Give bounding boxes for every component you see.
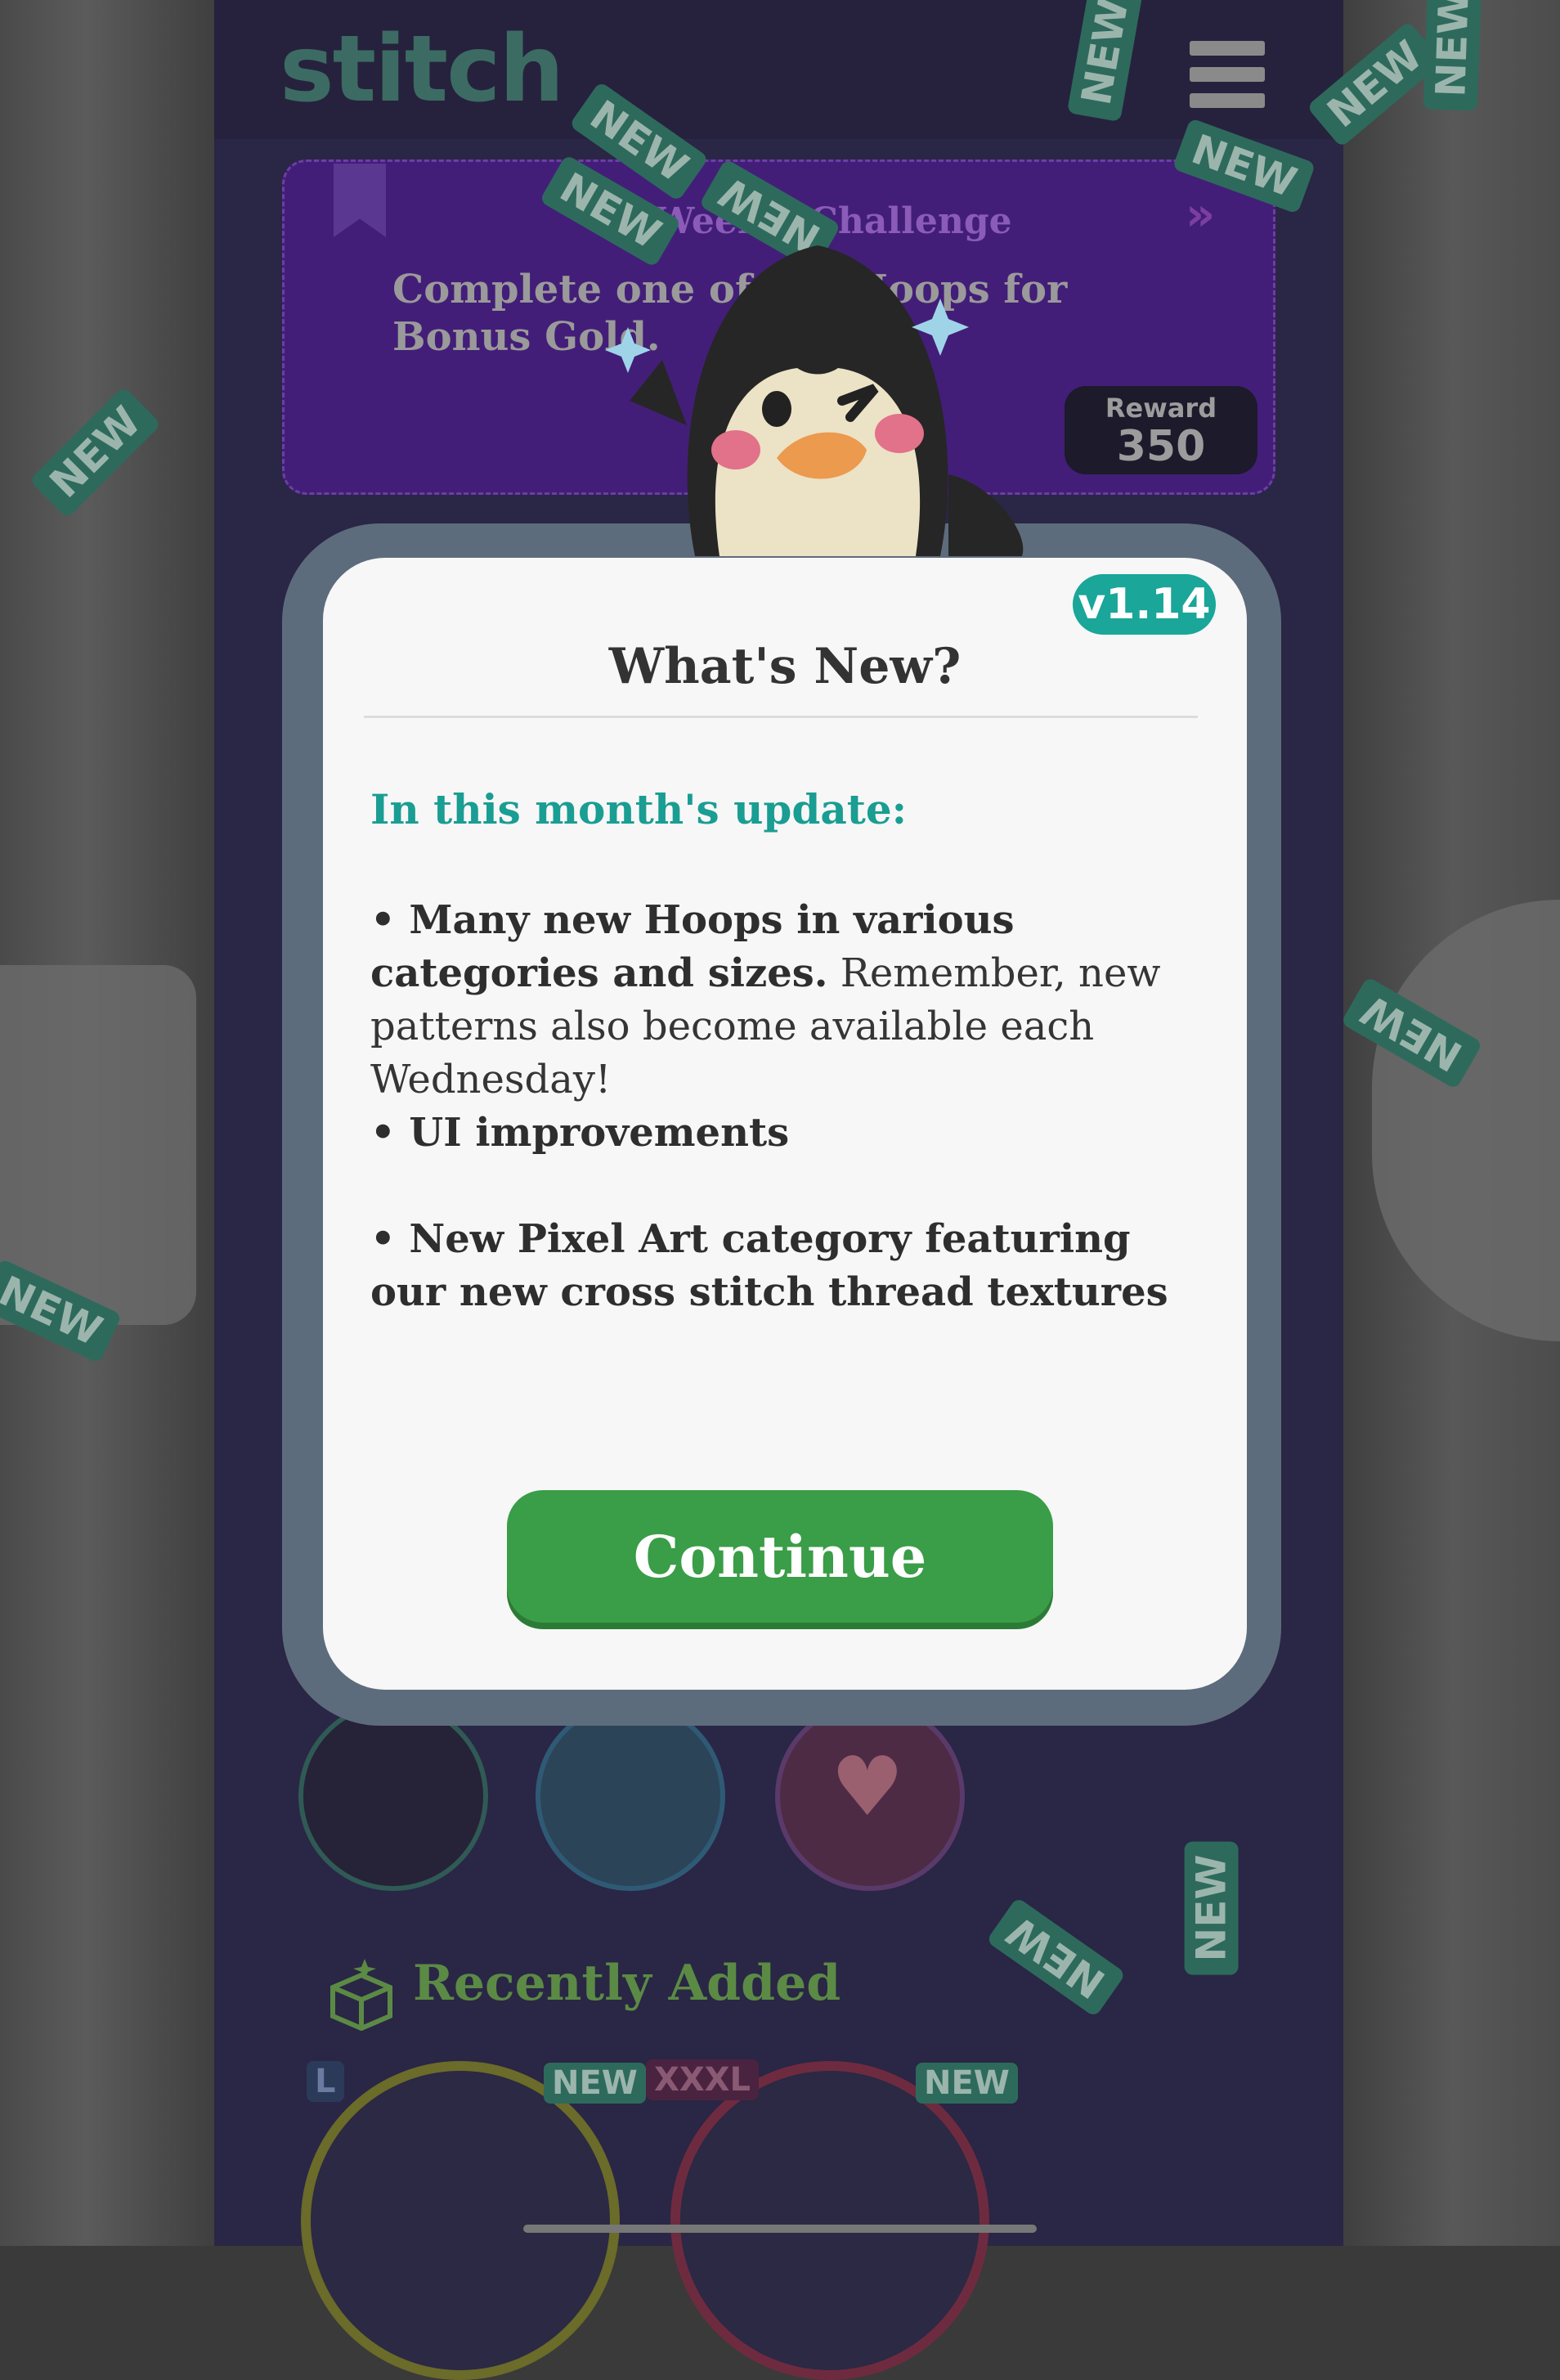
stitch-logo: stitch (280, 16, 564, 123)
category-penguin-button[interactable] (536, 1701, 725, 1891)
reward-label: Reward (1105, 393, 1217, 424)
size-badge: XXXL (646, 2059, 760, 2100)
update-item: • New Pixel Art category featuring our n… (370, 1213, 1196, 1319)
update-item: • UI improvements (370, 1107, 1196, 1160)
home-indicator[interactable] (523, 2225, 1037, 2233)
update-subtitle: In this month's update: (370, 785, 908, 833)
heart-icon: ♥ (831, 1739, 904, 1834)
new-badge: NEW (916, 2063, 1018, 2104)
dialog-title: What's New? (608, 638, 962, 695)
category-heart-button[interactable]: ♥ (775, 1701, 965, 1891)
new-badge: NEW (544, 2063, 646, 2104)
menu-icon[interactable] (1190, 41, 1265, 108)
gift-box-icon (330, 1959, 392, 2032)
reward-value: 350 (1116, 422, 1206, 471)
penguin-mascot-icon (605, 245, 1024, 556)
update-item-bold: • UI improvements (370, 1110, 790, 1156)
category-robot-button[interactable] (298, 1701, 488, 1891)
reward-box: Reward 350 (1065, 386, 1257, 474)
title-divider (364, 716, 1198, 718)
size-badge: L (307, 2061, 344, 2102)
hoop-thumbnail[interactable] (301, 2061, 620, 2380)
update-item-bold: • New Pixel Art category featuring our n… (370, 1216, 1168, 1315)
new-tag-confetti: NEW (1423, 0, 1482, 111)
update-item: • Many new Hoops in various categories a… (370, 894, 1196, 1107)
new-tag-confetti: NEW (1184, 1841, 1239, 1975)
continue-button[interactable]: Continue (507, 1490, 1053, 1623)
version-badge: v1.14 (1073, 574, 1216, 635)
hoop-thumbnail[interactable] (670, 2061, 989, 2380)
chevron-right-icon[interactable]: » (1186, 188, 1215, 241)
recently-added-heading: Recently Added (413, 1955, 841, 2012)
